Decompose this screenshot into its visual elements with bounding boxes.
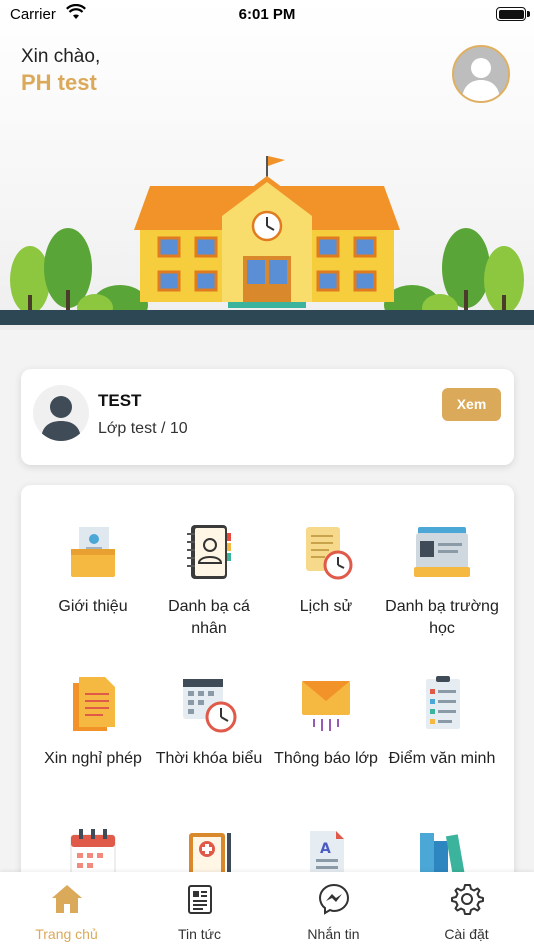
tab-bar: Trang chủ Tin tức Nhắn tin Cài đặt — [0, 872, 534, 950]
menu-item-danh-ba-ca-nhan[interactable]: Danh bạ cá nhân — [149, 523, 269, 640]
student-class: Lớp test / 10 — [98, 420, 188, 437]
username-text: PH test — [21, 70, 97, 95]
news-icon — [187, 885, 212, 914]
menu-label: Lịch sử — [299, 598, 353, 615]
home-icon — [51, 885, 82, 913]
student-name: TEST — [98, 391, 142, 410]
view-button[interactable]: Xem — [442, 388, 501, 421]
timetable-icon — [183, 679, 237, 733]
contact-book-icon — [187, 525, 231, 579]
status-bar: Carrier 6:01 PM — [0, 0, 534, 30]
menu-item-lich-su[interactable]: Lịch sử — [266, 523, 386, 618]
menu-label: Danh bạ cá nhân — [168, 598, 250, 637]
menu-item-thong-bao-lop[interactable]: Thông báo lớp — [266, 675, 386, 770]
tab-label: Nhắn tin — [307, 926, 360, 942]
envelope-icon — [302, 681, 350, 731]
tab-label: Tin tức — [177, 926, 222, 942]
school-illustration — [0, 156, 534, 325]
gear-icon — [450, 884, 484, 915]
menu-grid: Giới thiệu Danh bạ cá nhân Lịch sử Danh … — [21, 485, 514, 885]
tab-messages[interactable]: Nhắn tin — [267, 872, 400, 950]
menu-label: Giới thiệu — [58, 598, 128, 615]
checklist-icon — [426, 676, 460, 729]
student-silhouette-icon — [41, 396, 81, 441]
history-scroll-icon — [306, 527, 353, 580]
menu-item-thoi-khoa-bieu[interactable]: Thời khóa biểu — [149, 675, 269, 770]
greeting-text: Xin chào, — [21, 46, 101, 67]
tab-news[interactable]: Tin tức — [133, 872, 266, 950]
menu-label: Xin nghỉ phép — [44, 750, 142, 767]
leave-document-icon — [73, 677, 115, 731]
menu-label: Thời khóa biểu — [155, 750, 263, 767]
menu-item-danh-ba-truong-hoc[interactable]: Danh bạ trường học — [382, 523, 502, 640]
student-card: TEST Lớp test / 10 Xem — [21, 369, 514, 465]
user-silhouette-icon — [462, 58, 500, 101]
svg-text:A: A — [320, 841, 331, 857]
menu-item-gioi-thieu[interactable]: Giới thiệu — [33, 523, 153, 618]
tab-label: Trang chủ — [35, 926, 98, 942]
menu-label: Điểm văn minh — [388, 750, 496, 767]
messenger-icon — [318, 883, 349, 915]
folder-profile-icon — [71, 527, 115, 577]
tab-label: Cài đặt — [444, 926, 489, 942]
battery-icon — [496, 7, 530, 21]
tab-home[interactable]: Trang chủ — [0, 872, 133, 950]
student-avatar — [33, 385, 89, 441]
menu-item-xin-nghi-phep[interactable]: Xin nghỉ phép — [33, 675, 153, 770]
menu-label: Danh bạ trường học — [385, 598, 499, 637]
id-cards-icon — [414, 527, 470, 577]
menu-item-diem-van-minh[interactable]: Điểm văn minh — [382, 675, 502, 770]
menu-label: Thông báo lớp — [274, 750, 378, 767]
tab-settings[interactable]: Cài đặt — [400, 872, 533, 950]
status-time: 6:01 PM — [238, 6, 296, 23]
user-avatar[interactable] — [452, 45, 510, 103]
